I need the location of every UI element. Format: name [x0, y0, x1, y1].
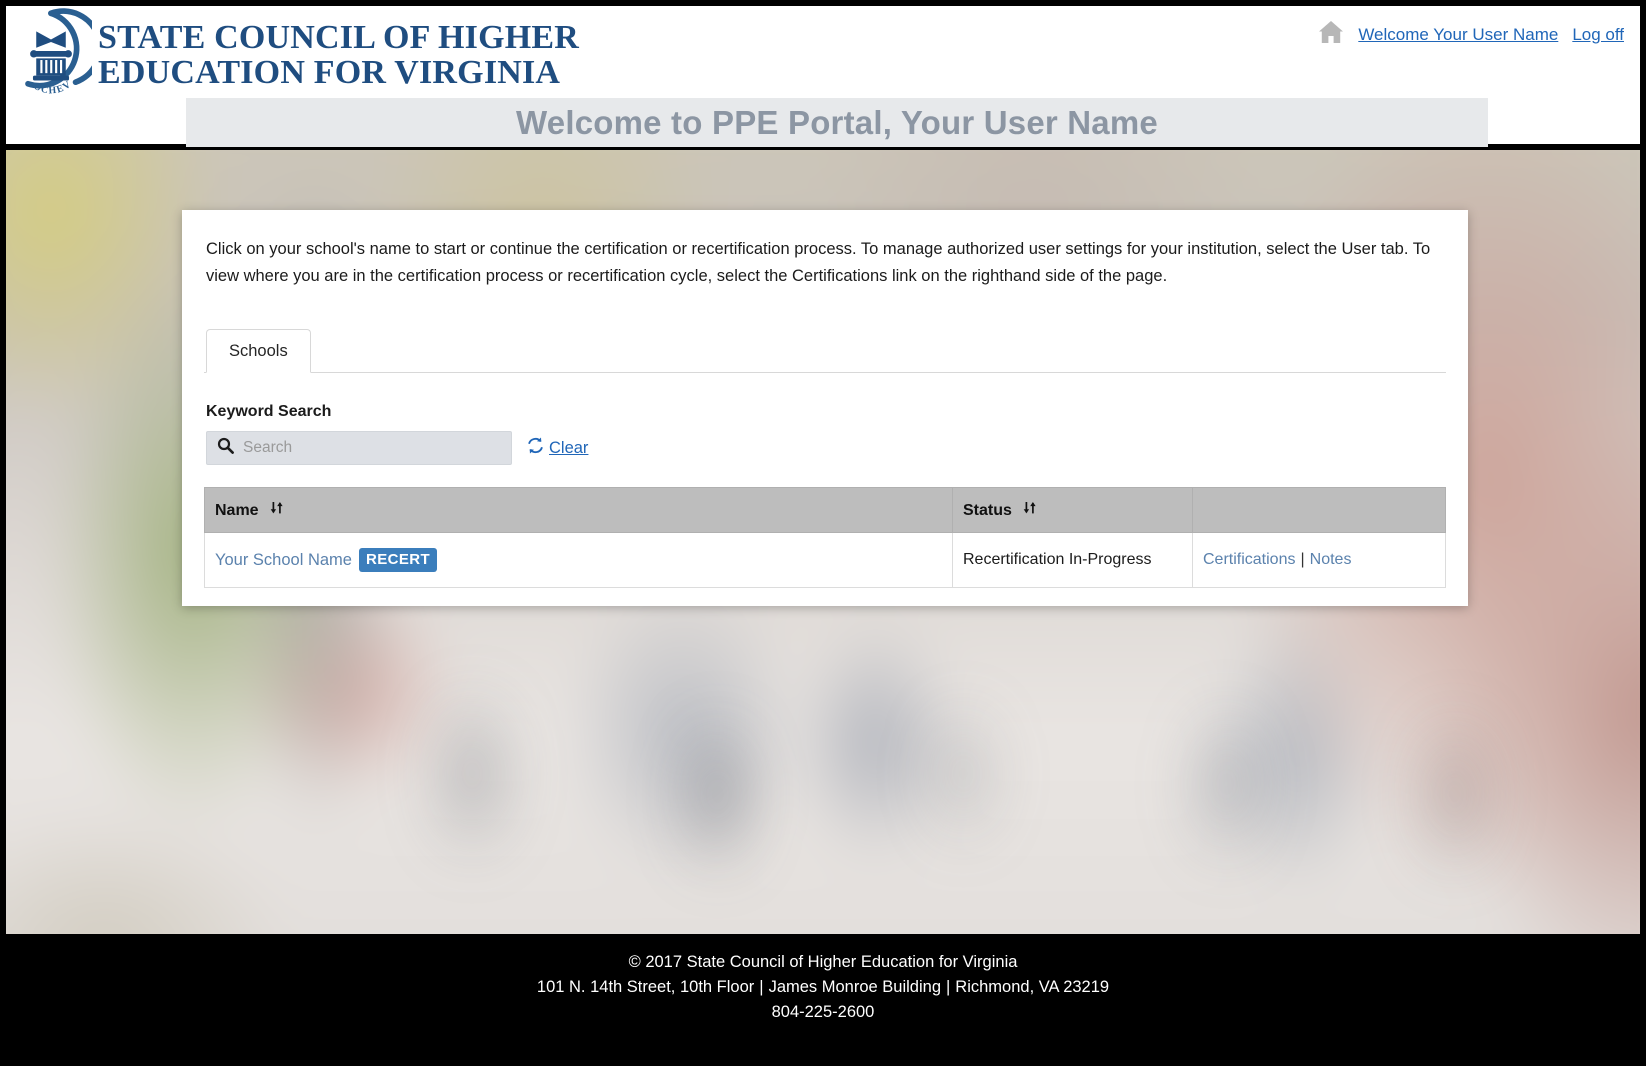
brand-line-2: EDUCATION FOR VIRGINIA — [98, 54, 561, 92]
certifications-link[interactable]: Certifications — [1203, 551, 1295, 568]
site-footer: © 2017 State Council of Higher Education… — [0, 934, 1646, 1066]
search-row: Clear — [204, 431, 1446, 466]
table-row: Your School Name RECERT Recertification I… — [204, 532, 1446, 589]
page-root: SCHEV STATE COUNCIL OF HIGHER EDUCATION … — [0, 0, 1646, 1066]
page-title: Welcome to PPE Portal, Your User Name — [516, 103, 1158, 141]
footer-sep-2: | — [946, 977, 951, 996]
column-header-name[interactable]: Name — [204, 487, 953, 534]
cell-actions: Certifications | Notes — [1192, 532, 1446, 589]
column-header-actions — [1192, 487, 1446, 534]
school-name-link[interactable]: Your School Name — [215, 551, 352, 569]
logoff-link[interactable]: Log off — [1572, 25, 1624, 45]
utility-nav: Welcome Your User Name Log off — [1318, 20, 1624, 49]
schev-logo-icon: SCHEV — [25, 8, 92, 94]
footer-building: James Monroe Building — [768, 977, 941, 996]
brand-line-1: STATE COUNCIL OF HIGHER — [98, 19, 579, 56]
home-icon[interactable] — [1318, 20, 1344, 49]
footer-street: 101 N. 14th Street, 10th Floor — [536, 977, 755, 996]
footer-phone: 804-225-2600 — [771, 1002, 875, 1021]
search-box[interactable] — [206, 431, 512, 466]
column-header-name-label: Name — [215, 502, 259, 520]
brand-wordmark: STATE COUNCIL OF HIGHER EDUCATION FOR VI… — [98, 8, 579, 91]
main-content-card: Click on your school's name to start or … — [182, 210, 1468, 607]
keyword-search-label: Keyword Search — [206, 403, 332, 421]
instructions-text: Click on your school's name to start or … — [206, 240, 1431, 285]
clear-search-button[interactable]: Clear — [526, 436, 588, 460]
brand-lockup: SCHEV STATE COUNCIL OF HIGHER EDUCATION … — [10, 8, 579, 94]
column-header-status[interactable]: Status — [952, 487, 1193, 534]
footer-city: Richmond, VA 23219 — [955, 977, 1110, 996]
search-icon — [217, 437, 234, 459]
clear-label: Clear — [549, 438, 589, 457]
cell-school-name: Your School Name RECERT — [204, 532, 953, 589]
site-header: SCHEV STATE COUNCIL OF HIGHER EDUCATION … — [6, 6, 1640, 148]
footer-address: 101 N. 14th Street, 10th Floor | James Mon… — [0, 975, 1646, 1000]
footer-sep-1: | — [759, 977, 764, 996]
refresh-icon — [526, 436, 545, 460]
sort-icon-name[interactable] — [269, 500, 285, 521]
link-separator: | — [1300, 551, 1305, 569]
notes-link[interactable]: Notes — [1310, 551, 1352, 568]
cell-status: Recertification In-Progress — [952, 532, 1193, 589]
search-input[interactable] — [243, 439, 501, 458]
welcome-banner: Welcome to PPE Portal, Your User Name — [186, 98, 1488, 147]
sort-icon-status[interactable] — [1022, 500, 1038, 521]
footer-copyright: © 2017 State Council of Higher Education… — [628, 953, 1018, 971]
tab-bar: Schools — [204, 329, 1446, 374]
table-header-row: Name Status — [204, 487, 1446, 534]
status-badge-recert: RECERT — [358, 548, 438, 573]
schools-table: Name Status Your School Name RECERT Rece… — [204, 487, 1446, 589]
welcome-user-link[interactable]: Welcome Your User Name — [1358, 25, 1558, 45]
column-header-status-label: Status — [963, 502, 1012, 520]
tab-schools[interactable]: Schools — [206, 329, 311, 374]
